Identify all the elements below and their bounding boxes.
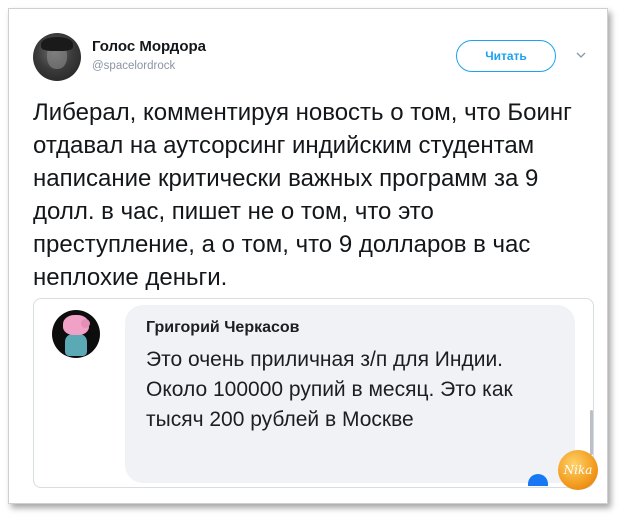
- avatar-hair: [41, 37, 73, 51]
- scrollbar[interactable]: [590, 410, 593, 455]
- pig-avatar-icon[interactable]: [52, 310, 100, 358]
- user-handle[interactable]: @spacelordrock: [92, 60, 175, 72]
- pig-snout: [81, 319, 90, 328]
- display-name[interactable]: Голос Мордора: [92, 38, 206, 55]
- pig-body: [65, 334, 87, 356]
- comment-author[interactable]: Григорий Черкасов: [146, 319, 300, 337]
- follow-button[interactable]: Читать: [456, 40, 556, 72]
- tweet-text: Либерал, комментируя новость о том, что …: [33, 99, 572, 291]
- comment-text: Это очень приличная з/п для Индии. Около…: [146, 348, 513, 431]
- user-avatar-icon[interactable]: [33, 33, 81, 81]
- chevron-down-icon[interactable]: [576, 50, 586, 60]
- watermark-logo: Nika: [558, 450, 598, 490]
